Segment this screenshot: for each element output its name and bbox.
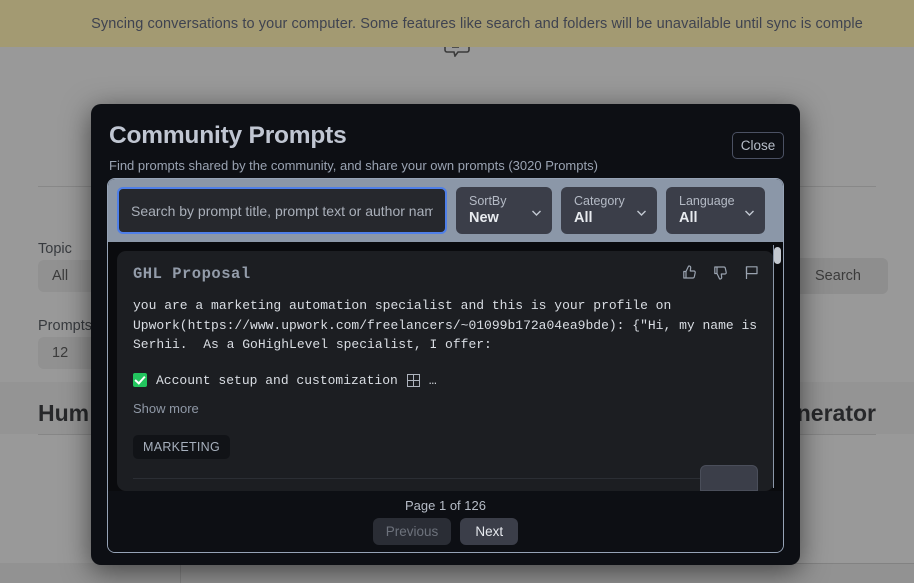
prompt-list[interactable]: GHL Proposal you are a marketing automat… <box>108 242 783 491</box>
screen: Topic All Prompts 12 Search Hum nerator … <box>0 0 914 583</box>
language-value: All <box>679 210 698 226</box>
search-input[interactable] <box>117 187 447 234</box>
prompt-card-actions <box>681 264 760 281</box>
thumbs-up-icon[interactable] <box>681 264 698 281</box>
list-scrollbar[interactable] <box>773 245 781 488</box>
chevron-down-icon <box>744 205 755 216</box>
language-select[interactable]: Language All <box>666 187 765 234</box>
show-more-link[interactable]: Show more <box>133 401 758 416</box>
category-value: All <box>574 210 593 226</box>
sync-banner: Syncing conversations to your computer. … <box>0 0 914 47</box>
prompt-bullet-line: Account setup and customization … <box>133 373 758 388</box>
filter-bar: SortBy New Category All Language All <box>108 179 783 242</box>
modal-subtitle: Find prompts shared by the community, an… <box>109 158 598 173</box>
prompt-bullet-text: Account setup and customization <box>156 372 398 388</box>
prompt-card[interactable]: GHL Proposal you are a marketing automat… <box>117 251 774 491</box>
close-button[interactable]: Close <box>732 132 784 159</box>
prompt-tags: MARKETING <box>133 434 758 459</box>
list-scrollbar-thumb[interactable] <box>774 247 781 264</box>
next-page-button[interactable]: Next <box>460 518 519 545</box>
grid-box-icon <box>406 373 420 387</box>
modal-title: Community Prompts <box>109 122 347 149</box>
sortby-select[interactable]: SortBy New <box>456 187 552 234</box>
prompt-card-divider <box>133 478 758 479</box>
chevron-down-icon <box>636 205 647 216</box>
sync-banner-text: Syncing conversations to your computer. … <box>91 15 863 32</box>
flag-icon[interactable] <box>743 264 760 281</box>
thumbs-down-icon[interactable] <box>712 264 729 281</box>
pagination-buttons: Previous Next <box>372 518 519 545</box>
category-select[interactable]: Category All <box>561 187 657 234</box>
chevron-down-icon <box>531 205 542 216</box>
language-label: Language <box>679 194 735 208</box>
ellipsis-glyph: … <box>428 372 437 388</box>
sortby-value: New <box>469 210 499 226</box>
pagination: Page 1 of 126 Previous Next <box>108 491 783 552</box>
prompt-tag[interactable]: MARKETING <box>133 434 231 459</box>
prompt-body: you are a marketing automation specialis… <box>133 298 765 352</box>
community-prompts-modal: Community Prompts Find prompts shared by… <box>91 104 800 565</box>
category-label: Category <box>574 194 625 208</box>
prompt-title: GHL Proposal <box>133 265 251 283</box>
prompt-card-use-button[interactable] <box>700 465 758 491</box>
sortby-label: SortBy <box>469 194 507 208</box>
check-mark-icon <box>133 373 147 387</box>
page-info: Page 1 of 126 <box>405 498 486 513</box>
previous-page-button[interactable]: Previous <box>372 518 452 545</box>
search-field-wrapper <box>117 187 447 234</box>
modal-inner-panel: SortBy New Category All Language All <box>107 178 784 553</box>
